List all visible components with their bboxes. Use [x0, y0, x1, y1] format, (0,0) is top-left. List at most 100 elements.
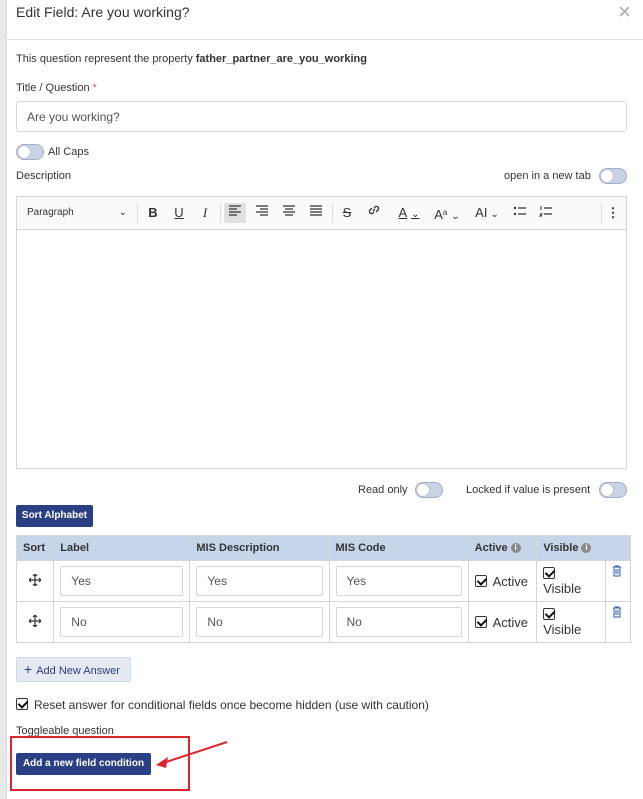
title-question-label-text: Title / Question: [16, 82, 90, 94]
info-icon[interactable]: i: [581, 543, 592, 553]
mis-code-input[interactable]: [335, 607, 462, 637]
align-left-icon: [229, 205, 241, 216]
column-header-active-text: Active: [474, 542, 508, 554]
info-icon[interactable]: i: [510, 543, 521, 553]
required-mark: *: [92, 82, 97, 94]
numbered-list-button[interactable]: [535, 203, 557, 223]
description-editor: Paragraph ⌄ B U I S A ⌄ Aa ⌄ AI ⌄ ⋮: [16, 196, 627, 469]
property-prefix: This question represent the property: [16, 53, 196, 65]
visible-checkbox[interactable]: [543, 566, 556, 579]
more-options-button[interactable]: ⋮: [605, 203, 621, 223]
mis-description-input[interactable]: [196, 607, 323, 637]
column-header-label: Label: [53, 535, 191, 561]
chevron-down-icon: ⌄: [490, 209, 499, 220]
table-row: Active Visible: [15, 601, 632, 643]
answers-table: Sort Label MIS Description MIS Code Acti…: [15, 535, 632, 643]
align-center-button[interactable]: [278, 203, 300, 223]
italic-button[interactable]: I: [195, 203, 215, 223]
active-checkbox[interactable]: [474, 574, 487, 587]
move-icon: [28, 614, 42, 627]
align-left-button[interactable]: [224, 203, 246, 223]
strikethrough-button[interactable]: S: [337, 203, 357, 223]
mis-description-cell: [189, 560, 330, 602]
drag-handle[interactable]: [15, 560, 55, 602]
active-checkbox[interactable]: [474, 615, 487, 628]
bullet-list-icon: [513, 206, 526, 216]
column-header-actions: [604, 535, 632, 561]
read-only-label: Read only: [358, 484, 408, 496]
mis-description-input[interactable]: [196, 566, 323, 596]
column-header-active: Active i: [467, 535, 538, 561]
font-color-label: A: [398, 205, 408, 220]
toolbar-divider: [137, 203, 138, 223]
toolbar-divider: [220, 203, 221, 223]
reset-answer-checkbox[interactable]: [16, 698, 28, 710]
move-icon: [28, 573, 42, 586]
paragraph-select-value: Paragraph: [27, 207, 74, 218]
reset-answer-label: Reset answer for conditional fields once…: [34, 698, 429, 712]
paragraph-select[interactable]: Paragraph ⌄: [27, 203, 127, 223]
trash-icon[interactable]: [612, 606, 622, 618]
visible-label: Visible: [543, 621, 582, 637]
align-right-button[interactable]: [251, 203, 273, 223]
visible-cell: Visible: [536, 560, 606, 602]
open-new-tab-toggle[interactable]: [599, 168, 627, 184]
trash-icon[interactable]: [612, 565, 622, 577]
property-name: father_partner_are_you_working: [195, 53, 367, 65]
chevron-down-icon: ⌄: [451, 211, 460, 222]
column-header-mis-code: MIS Code: [328, 535, 469, 561]
link-icon: [368, 205, 380, 215]
toolbar-divider: [601, 203, 602, 223]
column-header-visible-text: Visible: [543, 542, 579, 554]
label-cell: [53, 560, 191, 602]
link-button[interactable]: [363, 203, 385, 223]
title-question-input[interactable]: [16, 101, 627, 132]
modal-title: Edit Field: Are you working?: [16, 4, 190, 20]
font-size-button[interactable]: Aa ⌄: [429, 203, 465, 223]
all-caps-label: All Caps: [48, 146, 89, 158]
toolbar-divider: [332, 203, 333, 223]
chevron-down-icon: ⌄: [118, 207, 127, 218]
mis-description-cell: [189, 601, 330, 643]
reset-answer-row: Reset answer for conditional fields once…: [16, 698, 429, 712]
active-cell: Active: [467, 560, 538, 602]
label-cell: [53, 601, 191, 643]
table-header-row: Sort Label MIS Description MIS Code Acti…: [15, 535, 632, 561]
modal-header: Edit Field: Are you working? ×: [7, 0, 643, 40]
line-height-button[interactable]: AI ⌄: [469, 203, 505, 223]
editor-content-area[interactable]: [17, 230, 626, 469]
title-question-label: Title / Question *: [16, 82, 97, 94]
open-new-tab-label: open in a new tab: [504, 170, 591, 182]
all-caps-toggle[interactable]: [16, 144, 44, 160]
bold-button[interactable]: B: [143, 203, 163, 223]
property-line: This question represent the property fat…: [16, 53, 367, 65]
highlight-box: [10, 736, 190, 791]
close-icon[interactable]: ×: [618, 0, 631, 24]
underline-button[interactable]: U: [169, 203, 189, 223]
add-new-answer-button[interactable]: + Add New Answer: [16, 657, 131, 682]
active-cell: Active: [467, 601, 538, 643]
label-input[interactable]: [60, 566, 184, 596]
delete-cell: [604, 601, 632, 643]
column-header-visible: Visible i: [536, 535, 606, 561]
mis-code-input[interactable]: [335, 566, 462, 596]
align-justify-button[interactable]: [305, 203, 327, 223]
superscript-icon: a: [442, 208, 448, 217]
description-label: Description: [16, 170, 72, 182]
sort-alphabet-button[interactable]: Sort Alphabet: [16, 505, 93, 527]
drag-handle[interactable]: [15, 601, 55, 643]
edit-field-modal: Edit Field: Are you working? × This ques…: [6, 0, 643, 799]
bullet-list-button[interactable]: [509, 203, 531, 223]
add-new-answer-label: Add New Answer: [36, 665, 120, 677]
active-label: Active: [492, 573, 529, 589]
plus-icon: +: [24, 661, 33, 677]
visible-checkbox[interactable]: [543, 607, 556, 620]
font-color-button[interactable]: A ⌄: [393, 203, 425, 223]
align-center-icon: [283, 205, 295, 216]
table-row: Active Visible: [15, 560, 632, 602]
editor-toolbar: Paragraph ⌄ B U I S A ⌄ Aa ⌄ AI ⌄ ⋮: [17, 197, 626, 230]
label-input[interactable]: [60, 607, 184, 637]
read-only-toggle[interactable]: [415, 482, 443, 498]
locked-label: Locked if value is present: [466, 484, 591, 496]
locked-toggle[interactable]: [599, 482, 627, 498]
